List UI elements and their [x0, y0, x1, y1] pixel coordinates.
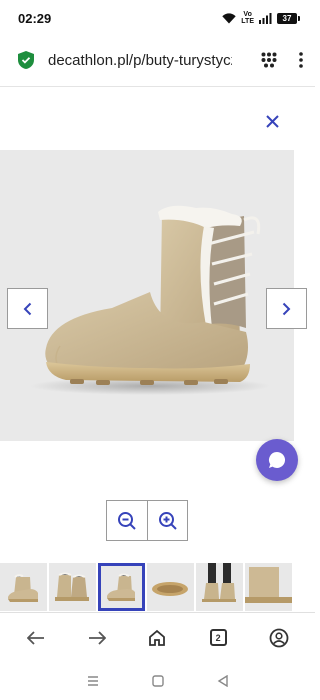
boot-pair-thumbnail	[55, 572, 89, 601]
boot-sole-thumbnail	[152, 582, 188, 596]
previous-image-button[interactable]	[7, 288, 48, 329]
header-divider	[0, 86, 315, 87]
zoom-controls	[106, 500, 188, 541]
address-bar[interactable]: decathlon.pl/p/buty-turystyczne	[0, 40, 315, 80]
boot-side-thumbnail	[107, 573, 135, 601]
boot-worn-thumbnail	[202, 563, 236, 602]
chevron-right-icon	[282, 302, 291, 315]
account-icon	[269, 628, 289, 647]
arrow-left-icon	[27, 630, 45, 645]
boot-side-thumbnail	[8, 574, 38, 602]
account-button[interactable]	[262, 621, 296, 655]
back-button[interactable]	[19, 621, 53, 655]
zoom-in-button[interactable]	[147, 501, 187, 540]
arrow-right-icon	[88, 630, 106, 645]
status-time: 02:29	[18, 10, 52, 26]
thumbnail-1[interactable]	[0, 563, 47, 611]
system-navigation-bar	[0, 662, 315, 700]
shield-check-icon[interactable]	[18, 51, 34, 69]
chevron-left-icon	[23, 302, 32, 315]
battery-icon: 37	[277, 12, 300, 24]
zoom-out-icon	[118, 511, 136, 530]
home-icon	[149, 629, 166, 646]
more-vert-icon[interactable]	[299, 52, 303, 68]
chat-button[interactable]	[256, 439, 298, 481]
tabs-button[interactable]: 2	[201, 621, 235, 655]
close-button[interactable]	[262, 111, 282, 131]
thumbnail-strip	[0, 563, 315, 611]
browser-bottom-bar: 2	[0, 612, 315, 662]
status-icons: Vo LTE 37	[222, 11, 300, 25]
thumbnail-2[interactable]	[49, 563, 96, 611]
thumbnail-3-selected[interactable]	[98, 563, 145, 611]
boot-closeup-thumbnail	[245, 567, 292, 603]
grid-menu-icon[interactable]	[261, 52, 277, 68]
zoom-out-button[interactable]	[107, 501, 147, 540]
recent-apps-icon[interactable]	[86, 675, 100, 687]
home-system-icon[interactable]	[152, 675, 165, 687]
thumbnail-4[interactable]	[147, 563, 194, 611]
network-type: Vo LTE	[241, 11, 254, 25]
status-bar: 02:29 Vo LTE 37	[0, 0, 315, 36]
address-actions	[261, 52, 303, 68]
wifi-icon	[222, 12, 236, 23]
signal-icon	[259, 12, 272, 24]
next-image-button[interactable]	[266, 288, 307, 329]
back-system-icon[interactable]	[217, 675, 229, 687]
chat-bubble-icon	[268, 451, 286, 468]
url-text[interactable]: decathlon.pl/p/buty-turystyczne	[48, 52, 232, 69]
battery-level: 37	[282, 13, 292, 23]
home-button[interactable]	[140, 621, 174, 655]
thumbnail-6[interactable]	[245, 563, 292, 611]
close-icon	[265, 114, 279, 128]
forward-button[interactable]	[80, 621, 114, 655]
tab-count: 2	[209, 629, 227, 646]
thumbnail-5[interactable]	[196, 563, 243, 611]
zoom-in-icon	[158, 511, 177, 530]
